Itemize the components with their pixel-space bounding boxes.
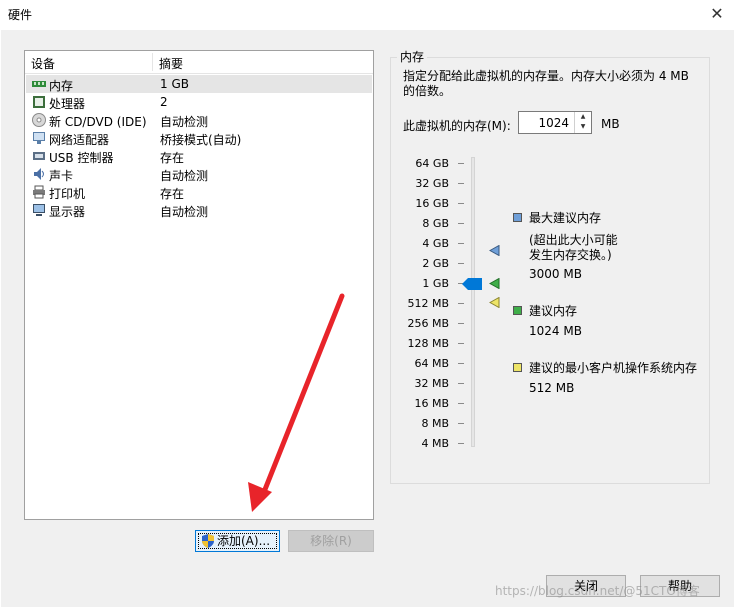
red-arrow-icon — [248, 293, 345, 512]
